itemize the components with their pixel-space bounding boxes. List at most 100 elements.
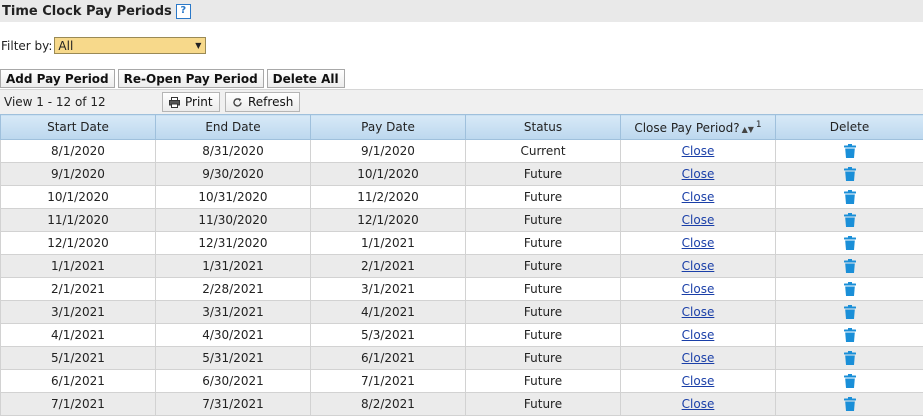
- cell-end-date: 10/31/2020: [156, 186, 311, 209]
- page-header: Time Clock Pay Periods ?: [0, 0, 923, 22]
- refresh-button[interactable]: Refresh: [225, 92, 300, 112]
- cell-pay-date: 3/1/2021: [311, 278, 466, 301]
- column-header-close-pay-period[interactable]: Close Pay Period?▲▼1: [621, 115, 776, 140]
- cell-pay-date: 9/1/2020: [311, 140, 466, 163]
- table-row: 4/1/20214/30/20215/3/2021FutureClose: [1, 324, 923, 347]
- add-pay-period-button[interactable]: Add Pay Period: [0, 69, 115, 88]
- table-row: 5/1/20215/31/20216/1/2021Future Close: [1, 347, 923, 370]
- column-header-status[interactable]: Status: [466, 115, 621, 140]
- close-link[interactable]: Close: [682, 282, 715, 296]
- cell-delete: [776, 393, 923, 416]
- print-label: Print: [185, 95, 213, 109]
- cell-pay-date: 7/1/2021: [311, 370, 466, 393]
- trash-icon[interactable]: [844, 374, 856, 388]
- table-row: 7/1/20217/31/20218/2/2021FutureClose: [1, 393, 923, 416]
- column-header-end-date[interactable]: End Date: [156, 115, 311, 140]
- cell-status: Future: [466, 324, 621, 347]
- cell-pay-date: 10/1/2020: [311, 163, 466, 186]
- trash-icon[interactable]: [844, 190, 856, 204]
- cell-close: Close: [621, 255, 776, 278]
- close-link[interactable]: Close: [682, 236, 715, 250]
- cell-start-date: 10/1/2020: [1, 186, 156, 209]
- close-link[interactable]: Close: [682, 213, 715, 227]
- cell-close: Close: [621, 301, 776, 324]
- cell-start-date: 3/1/2021: [1, 301, 156, 324]
- cell-start-date: 6/1/2021: [1, 370, 156, 393]
- close-link[interactable]: Close: [682, 144, 715, 158]
- cell-pay-date: 8/2/2021: [311, 393, 466, 416]
- cell-pay-date: 6/1/2021: [311, 347, 466, 370]
- cell-start-date: 9/1/2020: [1, 163, 156, 186]
- trash-icon[interactable]: [844, 282, 856, 296]
- close-link[interactable]: Close: [682, 374, 715, 388]
- cell-pay-date: 1/1/2021: [311, 232, 466, 255]
- close-link[interactable]: Close: [682, 351, 715, 365]
- cell-close: Close: [621, 347, 776, 370]
- page-title: Time Clock Pay Periods: [2, 4, 172, 19]
- cell-status: Future: [466, 393, 621, 416]
- cell-end-date: 12/31/2020: [156, 232, 311, 255]
- cell-end-date: 11/30/2020: [156, 209, 311, 232]
- cell-delete: [776, 301, 923, 324]
- cell-status: Future: [466, 255, 621, 278]
- close-link[interactable]: Close: [682, 190, 715, 204]
- trash-icon[interactable]: [844, 213, 856, 227]
- cell-close: Close: [621, 393, 776, 416]
- table-row: 12/1/202012/31/20201/1/2021FutureClose: [1, 232, 923, 255]
- cell-start-date: 5/1/2021: [1, 347, 156, 370]
- cell-end-date: 4/30/2021: [156, 324, 311, 347]
- printer-icon: [169, 97, 180, 108]
- cell-start-date: 4/1/2021: [1, 324, 156, 347]
- close-link[interactable]: Close: [682, 328, 715, 342]
- trash-icon[interactable]: [844, 397, 856, 411]
- close-link[interactable]: Close: [682, 305, 715, 319]
- cell-end-date: 5/31/2021: [156, 347, 311, 370]
- action-buttons: Add Pay Period Re-Open Pay Period Delete…: [0, 69, 345, 88]
- sort-icon: ▲▼: [742, 125, 754, 134]
- column-header-close-label: Close Pay Period?: [634, 121, 739, 135]
- filter-selected-value: All: [58, 39, 73, 53]
- refresh-label: Refresh: [248, 95, 293, 109]
- reopen-pay-period-button[interactable]: Re-Open Pay Period: [118, 69, 264, 88]
- cell-end-date: 2/28/2021: [156, 278, 311, 301]
- table-header-row: Start Date End Date Pay Date Status Clos…: [1, 115, 923, 140]
- trash-icon[interactable]: [844, 351, 856, 365]
- print-button[interactable]: Print: [162, 92, 220, 112]
- cell-close: Close: [621, 370, 776, 393]
- cell-close: Close: [621, 232, 776, 255]
- cell-close: Close: [621, 324, 776, 347]
- help-icon[interactable]: ?: [176, 4, 191, 19]
- cell-delete: [776, 163, 923, 186]
- trash-icon[interactable]: [844, 305, 856, 319]
- cell-end-date: 6/30/2021: [156, 370, 311, 393]
- close-link[interactable]: Close: [682, 259, 715, 273]
- trash-icon[interactable]: [844, 236, 856, 250]
- cell-status: Future: [466, 347, 621, 370]
- refresh-icon: [232, 97, 243, 108]
- cell-delete: [776, 370, 923, 393]
- trash-icon[interactable]: [844, 259, 856, 273]
- column-header-delete[interactable]: Delete: [776, 115, 923, 140]
- cell-pay-date: 2/1/2021: [311, 255, 466, 278]
- table-row: 11/1/202011/30/202012/1/2020FutureClose: [1, 209, 923, 232]
- trash-icon[interactable]: [844, 328, 856, 342]
- cell-delete: [776, 347, 923, 370]
- cell-start-date: 1/1/2021: [1, 255, 156, 278]
- table-row: 2/1/20212/28/20213/1/2021FutureClose: [1, 278, 923, 301]
- trash-icon[interactable]: [844, 144, 856, 158]
- close-link[interactable]: Close: [682, 167, 715, 181]
- delete-all-button[interactable]: Delete All: [267, 69, 345, 88]
- cell-status: Future: [466, 209, 621, 232]
- trash-icon[interactable]: [844, 167, 856, 181]
- cell-end-date: 3/31/2021: [156, 301, 311, 324]
- table-row: 10/1/202010/31/202011/2/2020FutureClose: [1, 186, 923, 209]
- close-link[interactable]: Close: [682, 397, 715, 411]
- cell-close: Close: [621, 140, 776, 163]
- cell-status: Future: [466, 278, 621, 301]
- table-row: 3/1/20213/31/20214/1/2021FutureClose: [1, 301, 923, 324]
- column-header-pay-date[interactable]: Pay Date: [311, 115, 466, 140]
- column-header-start-date[interactable]: Start Date: [1, 115, 156, 140]
- table-row: 9/1/20209/30/202010/1/2020FutureClose: [1, 163, 923, 186]
- filter-select[interactable]: All ▼: [54, 37, 206, 54]
- cell-start-date: 8/1/2020: [1, 140, 156, 163]
